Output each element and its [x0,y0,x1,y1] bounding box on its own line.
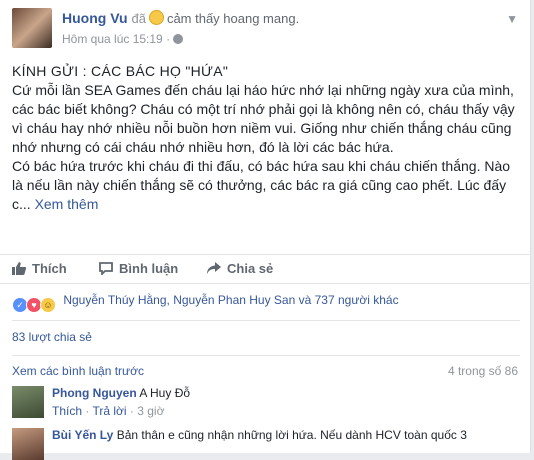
like-button[interactable]: Thích [12,261,67,276]
comment-icon [99,262,113,275]
confused-emoji-icon [148,10,164,25]
commenter-name[interactable]: Bùi Yến Ly [52,428,113,442]
post-header: Huong Vu đã cảm thấy hoang mang. Hôm qua … [12,8,522,50]
post-heading: KÍNH GỬI : CÁC BÁC HỌ "HỨA" [12,63,229,79]
reactions-summary[interactable]: Nguyễn Thúy Hằng, Nguyễn Phan Huy San và… [63,293,398,307]
author-avatar[interactable] [12,8,52,48]
feeling-text: cảm thấy hoang mang. [166,11,300,26]
share-button[interactable]: Chia sẻ [207,261,273,276]
shares-count[interactable]: 83 lượt chia sẻ [12,330,92,344]
haha-reaction-icon: ☺ [40,297,56,313]
see-more-link[interactable]: Xem thêm [35,196,99,212]
comment-reply-link[interactable]: Trả lời [92,404,126,418]
comment-text-line: Bùi Yến Ly Bản thân e cũng nhận những lờ… [52,428,467,442]
like-label: Thích [32,261,67,276]
comment-button[interactable]: Bình luận [99,261,178,276]
author-name[interactable]: Huong Vu [62,10,128,26]
timestamp-text[interactable]: Hôm qua lúc 15:19 · [62,32,170,46]
commenter-name[interactable]: Phong Nguyen [52,386,137,400]
post-timestamp[interactable]: Hôm qua lúc 15:19 · [62,32,184,46]
chevron-down-icon[interactable]: ▼ [506,12,518,26]
view-previous-comments-link[interactable]: Xem các bình luận trước [12,364,144,378]
comment-time[interactable]: 3 giờ [137,404,164,418]
reactions-row[interactable]: ✓ ♥ ☺ Nguyễn Thúy Hằng, Nguyễn Phan Huy Sa… [12,293,399,313]
comment-body: Bản thân e cũng nhận những lời hứa. Nếu … [116,428,467,442]
post-paragraph-1: Cứ mỗi lần SEA Games đến cháu lại háo hứ… [12,82,515,155]
thumbs-up-icon [12,262,26,275]
comment-actions: Thích · Trả lời · 3 giờ [52,404,165,418]
author-line: Huong Vu đã cảm thấy hoang mang. [62,10,299,26]
divider [12,320,520,321]
feeling-prefix: đã [131,11,146,26]
comment-text-line: Phong Nguyen A Huy Đỗ [52,386,190,400]
share-icon [207,262,221,274]
globe-icon [173,34,184,44]
action-bar: Thích Bình luận Chia sẻ [0,254,531,284]
share-label: Chia sẻ [227,261,274,276]
commenter-avatar[interactable] [12,386,44,418]
comment-count: 4 trong số 86 [447,364,518,378]
post-body: KÍNH GỬI : CÁC BÁC HỌ "HỨA" Cứ mỗi lần S… [12,62,520,214]
divider [12,355,520,356]
comment-like-link[interactable]: Thích [52,404,82,418]
comment-body: A Huy Đỗ [139,386,191,400]
post-paragraph-2: Có bác hứa trước khi cháu đi thi đấu, có… [12,157,520,214]
comment-label: Bình luận [119,261,179,276]
commenter-avatar[interactable] [12,428,44,460]
post-card: Huong Vu đã cảm thấy hoang mang. Hôm qua … [0,0,531,460]
